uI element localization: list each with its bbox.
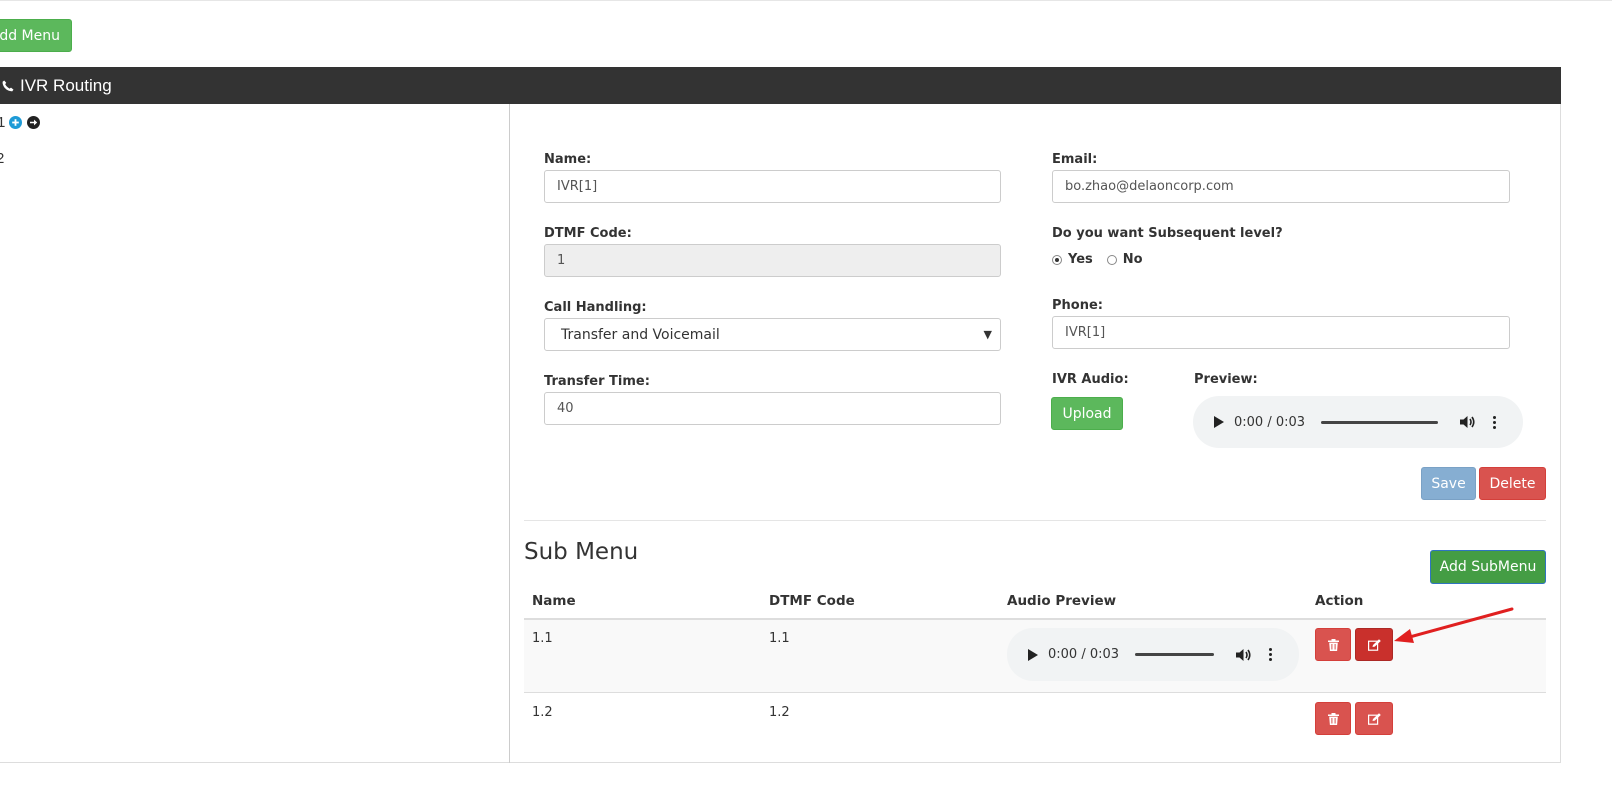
yes-radio-label[interactable]: Yes	[1068, 252, 1093, 267]
call-handling-value: Transfer and Voicemail	[561, 326, 720, 343]
dtmf-label: DTMF Code:	[544, 226, 632, 241]
row-1-edit-button[interactable]	[1355, 628, 1393, 661]
add-submenu-button[interactable]: Add SubMenu	[1430, 550, 1546, 584]
volume-icon[interactable]	[1460, 415, 1476, 429]
audio-time: 0:00 / 0:03	[1048, 647, 1120, 662]
trash-icon	[1327, 638, 1339, 651]
transfer-time-input[interactable]: 40	[544, 392, 1001, 425]
trash-icon	[1327, 712, 1339, 725]
column-header-dtmf: DTMF Code	[769, 593, 855, 609]
preview-audio-player[interactable]: 0:00 / 0:03	[1193, 396, 1523, 448]
subsequent-level-radio-group: Yes No	[1052, 252, 1143, 267]
row-1-name: 1.1	[532, 631, 553, 646]
column-header-action: Action	[1315, 593, 1364, 609]
row-2-dtmf: 1.2	[769, 705, 790, 720]
play-icon[interactable]	[1028, 648, 1038, 661]
delete-button[interactable]: Delete	[1479, 467, 1546, 500]
email-input[interactable]: bo.zhao@delaoncorp.com	[1052, 170, 1510, 203]
phone-input[interactable]: IVR[1]	[1052, 316, 1510, 349]
no-radio-label[interactable]: No	[1123, 252, 1143, 267]
panel-header: IVR Routing	[0, 67, 1561, 104]
subsequent-level-label: Do you want Subsequent level?	[1052, 226, 1283, 241]
phone-icon	[2, 80, 14, 92]
add-menu-button[interactable]: Add Menu	[0, 19, 72, 52]
panel-title: IVR Routing	[20, 75, 112, 95]
call-handling-select[interactable]: Transfer and Voicemail ▼	[544, 318, 1001, 351]
tree-divider	[509, 104, 510, 763]
add-circle-icon[interactable]	[9, 116, 23, 129]
audio-progress-bar[interactable]	[1321, 420, 1439, 424]
tree-item-1[interactable]: 1	[0, 114, 41, 131]
top-border	[0, 0, 1612, 1]
column-header-name: Name	[532, 593, 576, 609]
row-2-name: 1.2	[532, 705, 553, 720]
email-label: Email:	[1052, 152, 1098, 167]
column-header-audio: Audio Preview	[1007, 593, 1117, 609]
dtmf-input: 1	[544, 244, 1001, 277]
tree-item-2[interactable]: 2	[0, 150, 4, 167]
upload-button[interactable]: Upload	[1051, 397, 1123, 430]
transfer-time-label: Transfer Time:	[544, 374, 650, 389]
ivr-audio-label: IVR Audio:	[1052, 372, 1129, 387]
save-button[interactable]: Save	[1421, 467, 1476, 500]
name-label: Name:	[544, 152, 592, 167]
row-1-audio-player[interactable]: 0:00 / 0:03	[1007, 628, 1299, 681]
more-options-icon[interactable]	[1269, 648, 1273, 661]
row-1-delete-button[interactable]	[1315, 628, 1351, 661]
preview-label: Preview:	[1194, 372, 1258, 387]
tree-item-label: 1	[0, 114, 6, 131]
annotation-arrow	[1394, 607, 1514, 643]
caret-down-icon: ▼	[983, 328, 992, 341]
submenu-title: Sub Menu	[524, 539, 639, 565]
section-divider	[524, 520, 1546, 521]
row-2-edit-button[interactable]	[1355, 702, 1393, 735]
no-radio[interactable]	[1106, 254, 1117, 265]
edit-icon	[1367, 638, 1381, 651]
audio-time: 0:00 / 0:03	[1234, 414, 1306, 430]
call-handling-label: Call Handling:	[544, 300, 647, 315]
more-options-icon[interactable]	[1493, 415, 1497, 429]
yes-radio[interactable]	[1052, 254, 1062, 265]
edit-icon	[1367, 712, 1381, 725]
phone-label: Phone:	[1052, 298, 1103, 313]
name-input[interactable]: IVR[1]	[544, 170, 1001, 203]
row-2-delete-button[interactable]	[1315, 702, 1351, 735]
arrow-right-circle-icon[interactable]	[27, 116, 41, 129]
volume-icon[interactable]	[1236, 648, 1252, 662]
audio-progress-bar[interactable]	[1135, 653, 1215, 656]
row-1-dtmf: 1.1	[769, 631, 790, 646]
play-icon[interactable]	[1214, 416, 1224, 428]
